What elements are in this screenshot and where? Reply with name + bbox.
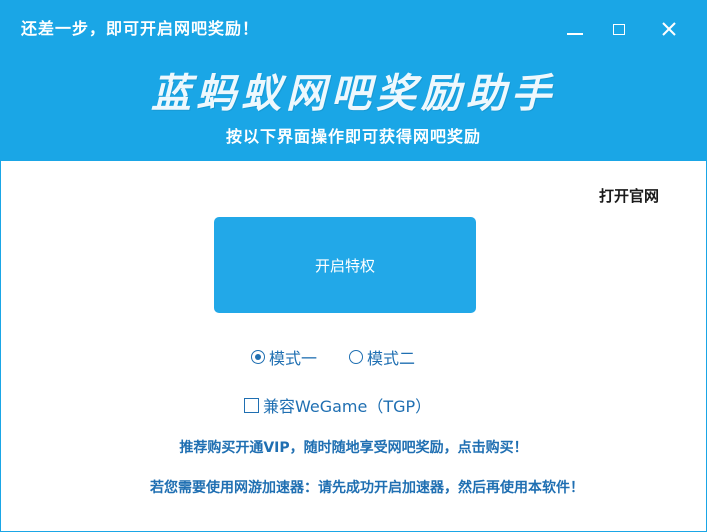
maximize-icon — [613, 23, 625, 35]
close-button[interactable] — [651, 11, 687, 47]
accelerator-tip: 若您需要使用网游加速器：请先成功开启加速器，然后再使用本软件！ — [150, 480, 584, 496]
mode-one-label: 模式一 — [269, 349, 318, 368]
minimize-icon — [567, 33, 583, 35]
mode-two-radio[interactable]: 模式二 — [349, 345, 415, 369]
header-banner: 还差一步，即可开启网吧奖励！ 蓝蚂蚁网吧奖励助手 按以下界面操作即可获得网吧奖励 — [1, 1, 706, 161]
close-icon — [662, 22, 676, 36]
app-subtitle: 按以下界面操作即可获得网吧奖励 — [225, 127, 481, 146]
app-window: 还差一步，即可开启网吧奖励！ 蓝蚂蚁网吧奖励助手 按以下界面操作即可获得网吧奖励… — [0, 0, 707, 532]
mode-one-radio[interactable]: 模式一 — [251, 345, 317, 369]
mode-two-label: 模式二 — [367, 349, 416, 368]
maximize-button[interactable] — [601, 11, 637, 47]
checkbox-icon — [244, 397, 259, 413]
buy-vip-link[interactable]: 推荐购买开通VIP，随时随地享受网吧奖励，点击购买！ — [1, 437, 706, 457]
minimize-button[interactable] — [557, 11, 593, 47]
mode-selector: 模式一 模式二 — [251, 345, 447, 369]
enable-privilege-button[interactable]: 开启特权 — [214, 217, 476, 313]
open-official-site-link[interactable]: 打开官网 — [599, 185, 659, 206]
wegame-compat-checkbox[interactable]: 兼容WeGame（TGP） — [244, 393, 431, 417]
radio-checked-icon — [251, 350, 265, 364]
window-title: 还差一步，即可开启网吧奖励！ — [21, 19, 260, 38]
app-title: 蓝蚂蚁网吧奖励助手 — [151, 71, 556, 117]
radio-unchecked-icon — [349, 350, 364, 364]
wegame-compat-label: 兼容WeGame（TGP） — [263, 397, 432, 416]
